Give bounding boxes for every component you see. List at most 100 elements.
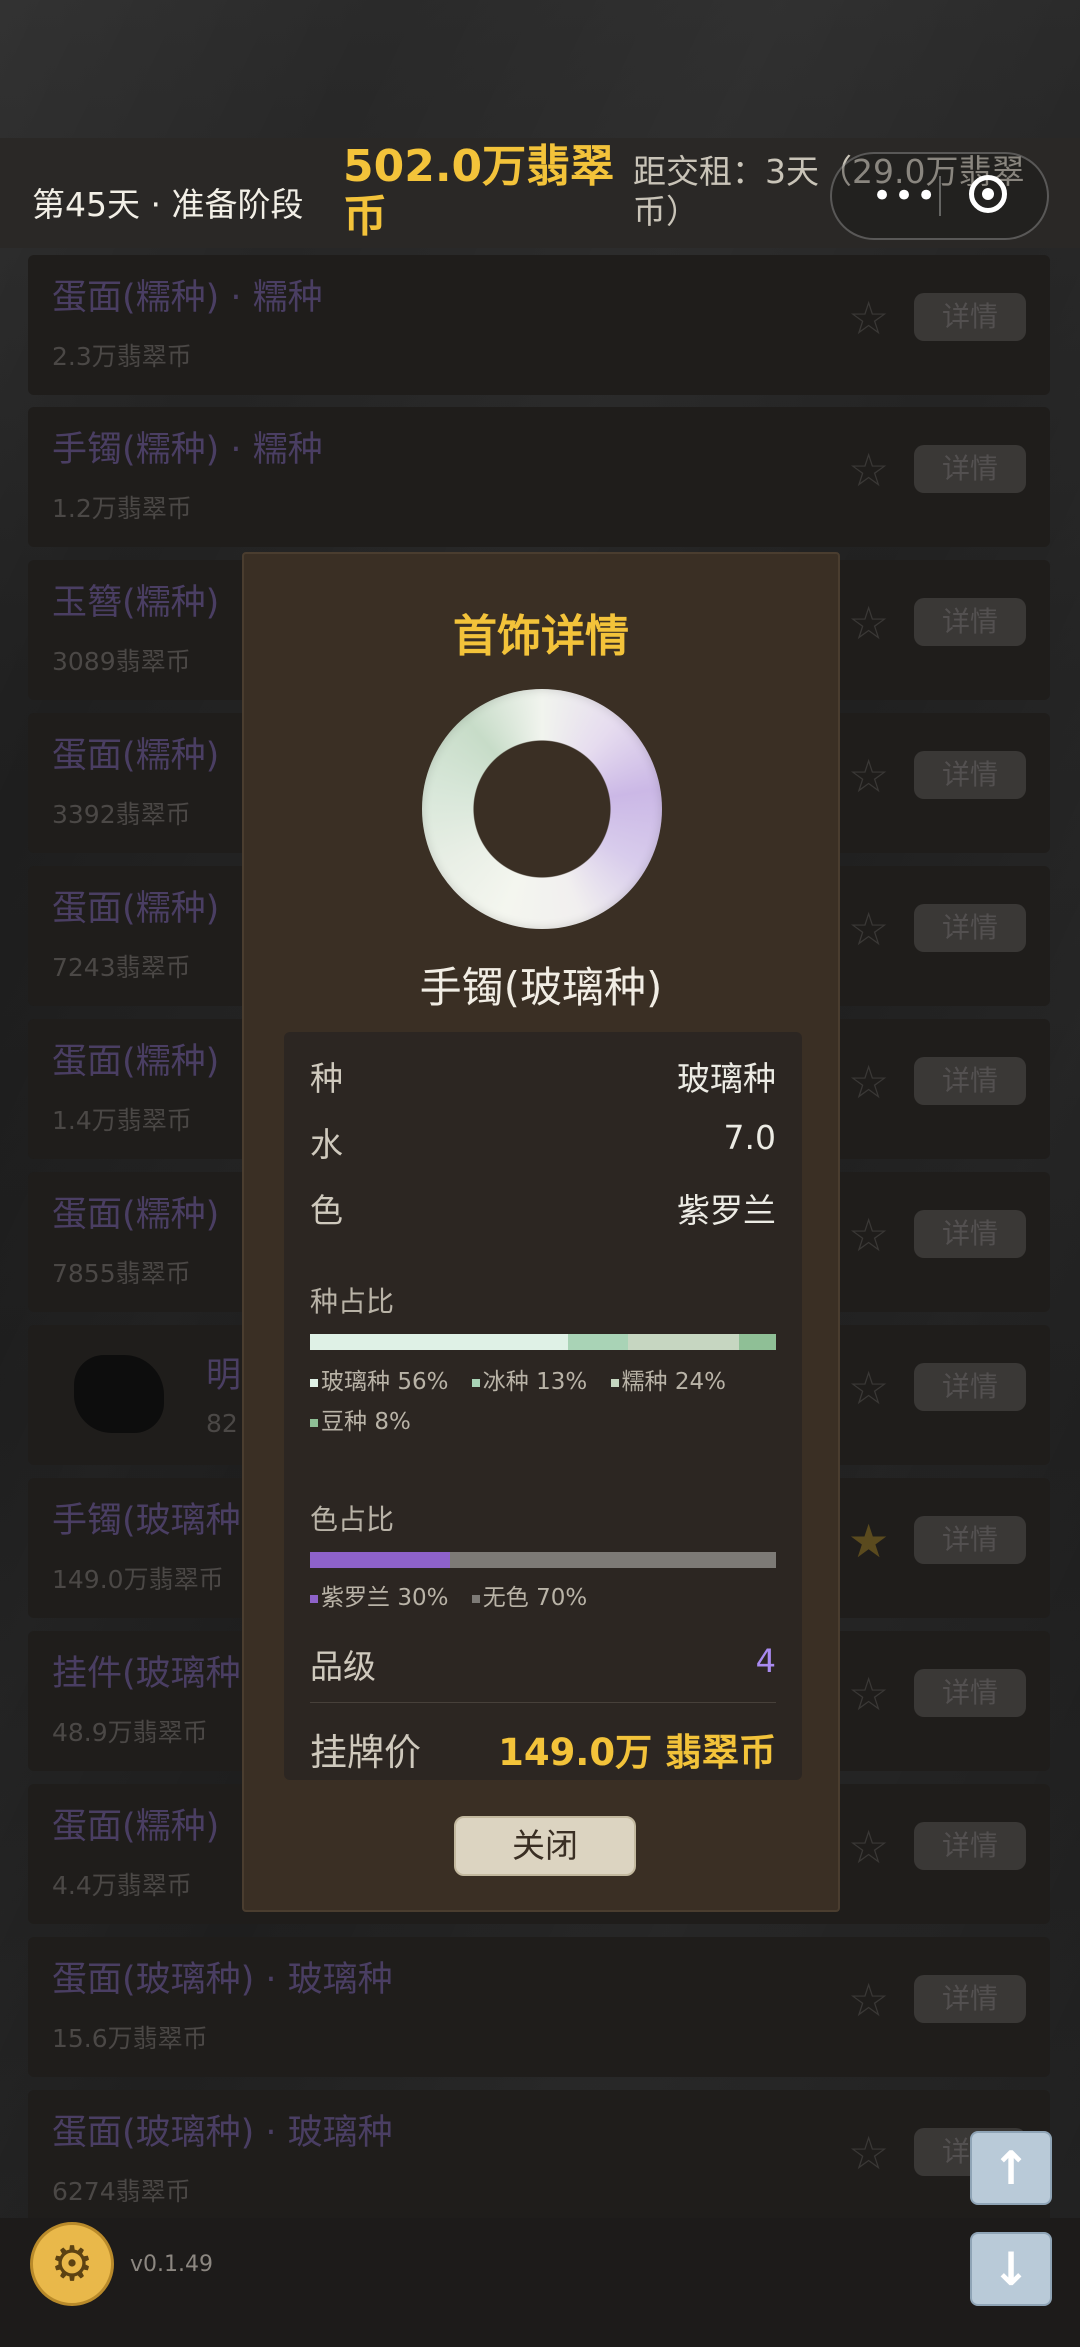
item-price: 48.9万翡翠币 <box>52 1718 208 1747</box>
zhong-ratio-segment <box>628 1334 740 1350</box>
divider <box>310 1702 776 1703</box>
listing-price-value: 149.0万 翡翠币 <box>498 1731 776 1774</box>
zhong-ratio-label: 种占比 <box>310 1285 395 1318</box>
item-name: 蛋面(糯种) · 糯种 <box>52 278 323 318</box>
detail-button[interactable]: 详情 <box>914 1975 1026 2023</box>
detail-button[interactable]: 详情 <box>914 293 1026 341</box>
item-price: 2.3万翡翠币 <box>52 342 192 371</box>
detail-button[interactable]: 详情 <box>914 1363 1026 1411</box>
item-name: 蛋面(糯种) <box>52 889 220 929</box>
scroll-down-icon[interactable]: ↓ <box>970 2232 1052 2306</box>
list-item: 蛋面(玻璃种) · 玻璃种 15.6万翡翠币 ☆ 详情 <box>28 1937 1050 2077</box>
item-price: 7855翡翠币 <box>52 1259 191 1288</box>
se-ratio-segment <box>310 1552 450 1568</box>
detail-button[interactable]: 详情 <box>914 1822 1026 1870</box>
item-name: 蛋面(糯种) <box>52 1195 220 1235</box>
star-icon[interactable]: ☆ <box>848 2126 889 2180</box>
star-filled-icon[interactable]: ★ <box>848 1514 889 1568</box>
detail-button[interactable]: 详情 <box>914 1057 1026 1105</box>
star-icon[interactable]: ☆ <box>848 1973 889 2027</box>
legend-item: 无色 70% <box>471 1585 587 1611</box>
item-name: 蛋面(糯种) <box>52 736 220 776</box>
detail-button[interactable]: 详情 <box>914 751 1026 799</box>
detail-button[interactable]: 详情 <box>914 445 1026 493</box>
item-name: 蛋面(糯种) <box>52 1042 220 1082</box>
shui-label: 水 <box>310 1125 343 1164</box>
version-label: v0.1.49 <box>130 2252 213 2277</box>
item-price: 1.4万翡翠币 <box>52 1106 192 1135</box>
item-name: 挂件(玻璃种 <box>52 1654 241 1694</box>
item-name: 手镯(糯种) · 糯种 <box>52 430 323 470</box>
listing-price-label: 挂牌价 <box>310 1731 421 1774</box>
detail-button[interactable]: 详情 <box>914 1669 1026 1717</box>
item-price: 82 <box>206 1409 238 1438</box>
item-price: 1.2万翡翠币 <box>52 494 192 523</box>
close-button[interactable]: 关闭 <box>454 1816 636 1876</box>
zhong-value: 玻璃种 <box>677 1059 776 1098</box>
scroll-up-icon[interactable]: ↑ <box>970 2131 1052 2205</box>
item-price: 149.0万翡翠币 <box>52 1565 224 1594</box>
zhong-ratio-legend: 玻璃种 56% 冰种 13% 糯种 24% 豆种 8% <box>310 1362 780 1442</box>
zhong-ratio-segment <box>739 1334 776 1350</box>
item-name: 明 <box>206 1356 242 1396</box>
item-price: 7243翡翠币 <box>52 953 191 982</box>
item-name: 蛋面(玻璃种) · 玻璃种 <box>52 1960 393 2000</box>
star-icon[interactable]: ☆ <box>848 1361 889 1415</box>
gear-icon[interactable]: ⚙ <box>30 2222 114 2306</box>
money-balance: 502.0万翡翠币 <box>343 141 615 242</box>
attribute-panel: 种 玻璃种 水 7.0 色 紫罗兰 种占比 玻璃种 56% 冰种 13% 糯种 … <box>284 1032 802 1780</box>
legend-item: 紫罗兰 30% <box>310 1585 448 1611</box>
item-price: 3392翡翠币 <box>52 800 191 829</box>
grade-value: 4 <box>755 1642 776 1680</box>
item-price: 6274翡翠币 <box>52 2177 191 2206</box>
se-ratio-bar <box>310 1552 776 1568</box>
star-icon[interactable]: ☆ <box>848 1208 889 1262</box>
item-name: 手镯(玻璃种 <box>52 1501 241 1541</box>
item-price: 4.4万翡翠币 <box>52 1871 192 1900</box>
detail-button[interactable]: 详情 <box>914 598 1026 646</box>
star-icon[interactable]: ☆ <box>848 749 889 803</box>
zhong-ratio-bar <box>310 1334 776 1350</box>
legend-item: 糯种 24% <box>610 1369 726 1395</box>
detail-button[interactable]: 详情 <box>914 1210 1026 1258</box>
list-item: 蛋面(糯种) · 糯种 2.3万翡翠币 ☆ 详情 <box>28 255 1050 395</box>
capsule-divider <box>939 176 941 216</box>
detail-button[interactable]: 详情 <box>914 1516 1026 1564</box>
se-ratio-legend: 紫罗兰 30% 无色 70% <box>310 1578 780 1618</box>
jewelry-detail-modal: 首饰详情 手镯(玻璃种) 种 玻璃种 水 7.0 色 紫罗兰 种占比 玻璃种 5… <box>242 552 840 1912</box>
se-value: 紫罗兰 <box>677 1191 776 1230</box>
star-icon[interactable]: ☆ <box>848 1055 889 1109</box>
detail-button[interactable]: 详情 <box>914 904 1026 952</box>
star-icon[interactable]: ☆ <box>848 291 889 345</box>
star-icon[interactable]: ☆ <box>848 1667 889 1721</box>
item-name: 蛋面(玻璃种) · 玻璃种 <box>52 2113 393 2153</box>
bangle-image <box>422 689 662 929</box>
se-label: 色 <box>310 1191 343 1230</box>
se-ratio-label: 色占比 <box>310 1503 395 1536</box>
star-icon[interactable]: ☆ <box>848 443 889 497</box>
mini-program-capsule: ••• <box>830 152 1049 240</box>
list-item: 手镯(糯种) · 糯种 1.2万翡翠币 ☆ 详情 <box>28 407 1050 547</box>
star-icon[interactable]: ☆ <box>848 1820 889 1874</box>
item-price: 15.6万翡翠币 <box>52 2024 208 2053</box>
list-item: 蛋面(玻璃种) · 玻璃种 6274翡翠币 ☆ 详情 <box>28 2090 1050 2230</box>
item-name: 玉簪(糯种) <box>52 583 220 623</box>
shui-value: 7.0 <box>723 1118 776 1157</box>
modal-title: 首饰详情 <box>453 611 629 662</box>
zhong-ratio-segment <box>310 1334 569 1350</box>
star-icon[interactable]: ☆ <box>848 596 889 650</box>
zhong-ratio-segment <box>568 1334 629 1350</box>
more-icon[interactable]: ••• <box>872 176 938 216</box>
item-name: 蛋面(糯种) <box>52 1807 220 1847</box>
star-icon[interactable]: ☆ <box>848 902 889 956</box>
target-icon[interactable] <box>969 175 1007 213</box>
legend-item: 豆种 8% <box>310 1409 411 1435</box>
day-phase: 第45天 · 准备阶段 <box>32 185 304 224</box>
bottom-bar <box>0 2218 1080 2347</box>
grade-label: 品级 <box>310 1647 376 1686</box>
legend-item: 冰种 13% <box>471 1369 587 1395</box>
zhong-label: 种 <box>310 1059 343 1098</box>
item-price: 3089翡翠币 <box>52 647 191 676</box>
legend-item: 玻璃种 56% <box>310 1369 448 1395</box>
se-ratio-segment <box>449 1552 776 1568</box>
